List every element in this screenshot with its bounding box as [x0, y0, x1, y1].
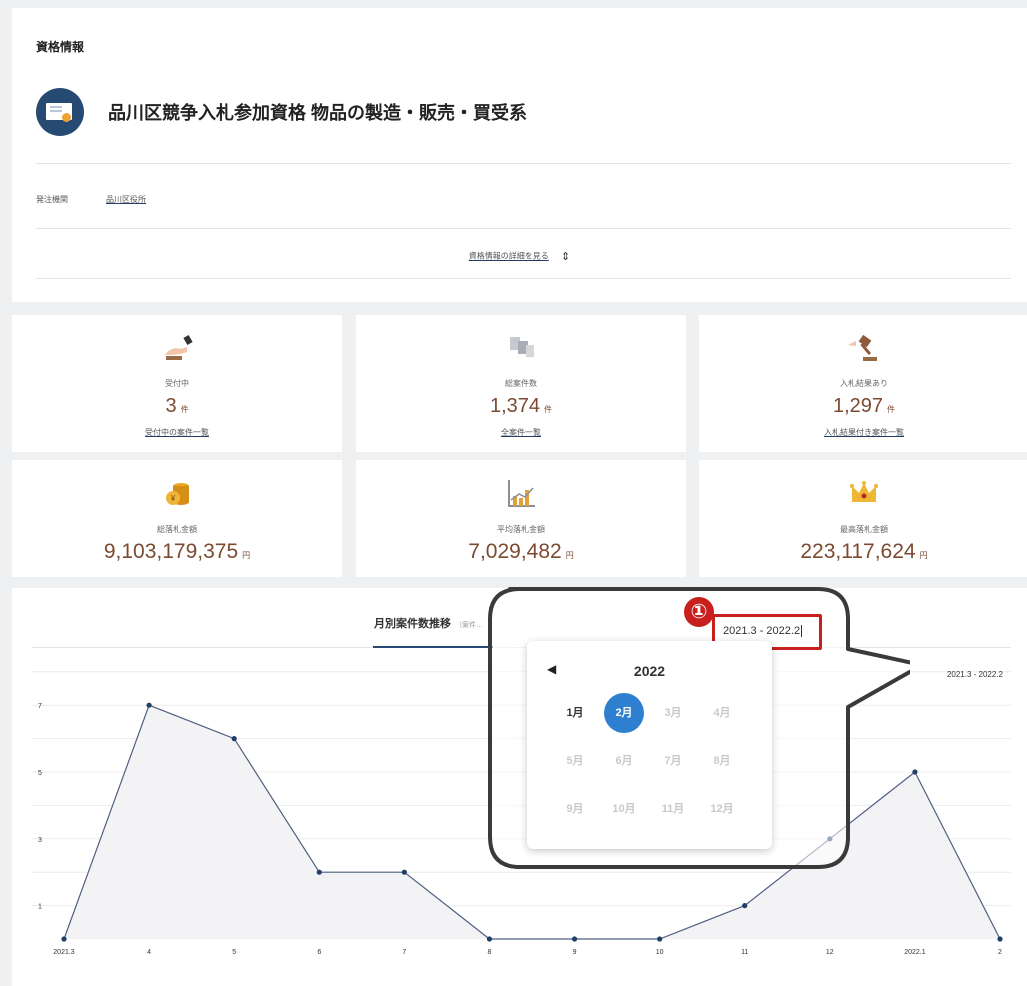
data-point	[401, 869, 407, 875]
svg-text:¥: ¥	[170, 494, 176, 503]
stat-card-open: 受付中 3件 受付中の案件一覧	[12, 315, 342, 452]
data-point	[231, 736, 237, 742]
month-option[interactable]: 1月	[555, 693, 595, 733]
bar-chart-icon	[508, 480, 535, 507]
tab-monthly-cases[interactable]: 月別案件数推移 （案件…	[374, 615, 483, 631]
qualification-info-card: 資格情報 品川区競争入札参加資格 物品の製造・販売・買受系 発注機関 品川区役所…	[12, 8, 1027, 302]
stat-label: 最高落札金額	[840, 525, 888, 534]
auction-hammer-icon	[848, 334, 877, 361]
x-tick-label: 8	[488, 949, 492, 956]
x-tick-label: 6	[317, 949, 321, 956]
details-link[interactable]: 資格情報の詳細を見る	[469, 252, 549, 261]
stat-label: 総落札金額	[157, 525, 197, 534]
month-option: 4月	[713, 707, 731, 719]
x-tick-label: 5	[232, 949, 236, 956]
month-option: 12月	[710, 803, 734, 815]
y-tick-label: 7	[38, 703, 42, 710]
stat-label: 総案件数	[505, 379, 537, 388]
crown-icon	[850, 481, 878, 502]
month-option: 5月	[566, 755, 584, 767]
stat-card-average-amount: 平均落札金額 7,029,482 円	[356, 460, 686, 577]
data-point	[742, 903, 748, 909]
divider	[36, 228, 1011, 229]
month-option[interactable]: 2月	[604, 693, 644, 733]
stat-value: 1,374 件	[489, 395, 553, 417]
month-option: 8月	[713, 755, 731, 767]
x-tick-label: 11	[741, 949, 748, 956]
qualification-title: 品川区競争入札参加資格 物品の製造・販売・買受系	[108, 103, 527, 123]
data-point	[912, 769, 918, 775]
documents-icon	[510, 337, 534, 357]
stat-card-max-amount: 最高落札金額 223,117,624 円	[699, 460, 1027, 577]
all-cases-link[interactable]: 全案件一覧	[356, 427, 686, 438]
x-tick-label: 4	[147, 949, 151, 956]
data-point	[316, 869, 322, 875]
coins-icon: ¥	[166, 483, 189, 505]
data-point	[657, 936, 663, 942]
stat-card-results: 入札結果あり 1,297 件 入札結果付き案件一覧	[699, 315, 1027, 452]
picker-year: 2022	[633, 663, 666, 679]
divider	[36, 278, 1011, 279]
gavel-hand-icon	[165, 335, 193, 360]
x-tick-label: 2	[998, 949, 1002, 956]
stat-card-total: 総案件数 1,374 件 全案件一覧	[356, 315, 686, 452]
data-point	[997, 936, 1003, 942]
x-tick-label: 2022.1	[904, 949, 926, 956]
stat-label: 平均落札金額	[497, 525, 545, 534]
certificate-icon	[36, 88, 84, 136]
open-cases-link[interactable]: 受付中の案件一覧	[12, 427, 342, 438]
stat-value: 1,297 件	[832, 395, 896, 417]
month-option: 7月	[664, 755, 682, 767]
stat-value: 7,029,482 円	[468, 540, 574, 563]
divider	[36, 163, 1011, 164]
month-option: 11月	[661, 803, 685, 815]
month-option: 9月	[566, 803, 584, 815]
details-toggle[interactable]: 資格情報の詳細を見る ⇕	[12, 250, 1027, 263]
stat-label: 受付中	[165, 379, 189, 388]
month-option: 10月	[612, 803, 636, 815]
expand-collapse-icon[interactable]: ⇕	[561, 250, 570, 263]
orderer-label: 発注機関	[36, 195, 68, 204]
data-point	[571, 936, 578, 942]
step-badge: ①	[684, 597, 714, 627]
range-label: 2021.3 - 2022.2	[946, 670, 1003, 679]
month-option: 3月	[664, 707, 682, 719]
monthly-chart-card: 1 3 5 7 2021.3 4 5 6 7 8 9 10 11 12 2022.1 2 月別案件数推移 （案件…	[12, 588, 1027, 986]
data-point	[61, 936, 67, 942]
tab-divider	[32, 647, 1011, 648]
month-picker: ◀ 2022 1月 2月 3月 4月 5月 6月 7月 8月 9月 10月 11月 12月	[527, 641, 772, 849]
x-tick-label: 12	[826, 949, 834, 956]
month-option: 6月	[615, 755, 633, 767]
stat-value: 9,103,179,375 円	[103, 540, 251, 563]
y-tick-label: 1	[38, 904, 42, 911]
data-point	[146, 702, 152, 708]
x-tick-label: 10	[656, 949, 664, 956]
stat-label: 入札結果あり	[840, 379, 888, 388]
y-tick-label: 3	[38, 837, 42, 844]
active-tab-indicator	[373, 646, 493, 648]
x-tick-label: 7	[402, 949, 406, 956]
stat-value: 3件	[165, 395, 189, 417]
results-cases-link[interactable]: 入札結果付き案件一覧	[699, 427, 1027, 438]
stat-value: 223,117,624 円	[800, 540, 928, 563]
x-tick-label: 2021.3	[53, 949, 75, 956]
y-tick-label: 5	[38, 770, 42, 777]
orderer-link[interactable]: 品川区役所	[106, 194, 146, 205]
stat-card-total-amount: ¥ 総落札金額 9,103,179,375 円	[12, 460, 342, 577]
data-point	[827, 836, 833, 842]
data-point	[486, 936, 493, 942]
x-tick-label: 9	[573, 949, 577, 956]
section-title: 資格情報	[36, 40, 85, 54]
